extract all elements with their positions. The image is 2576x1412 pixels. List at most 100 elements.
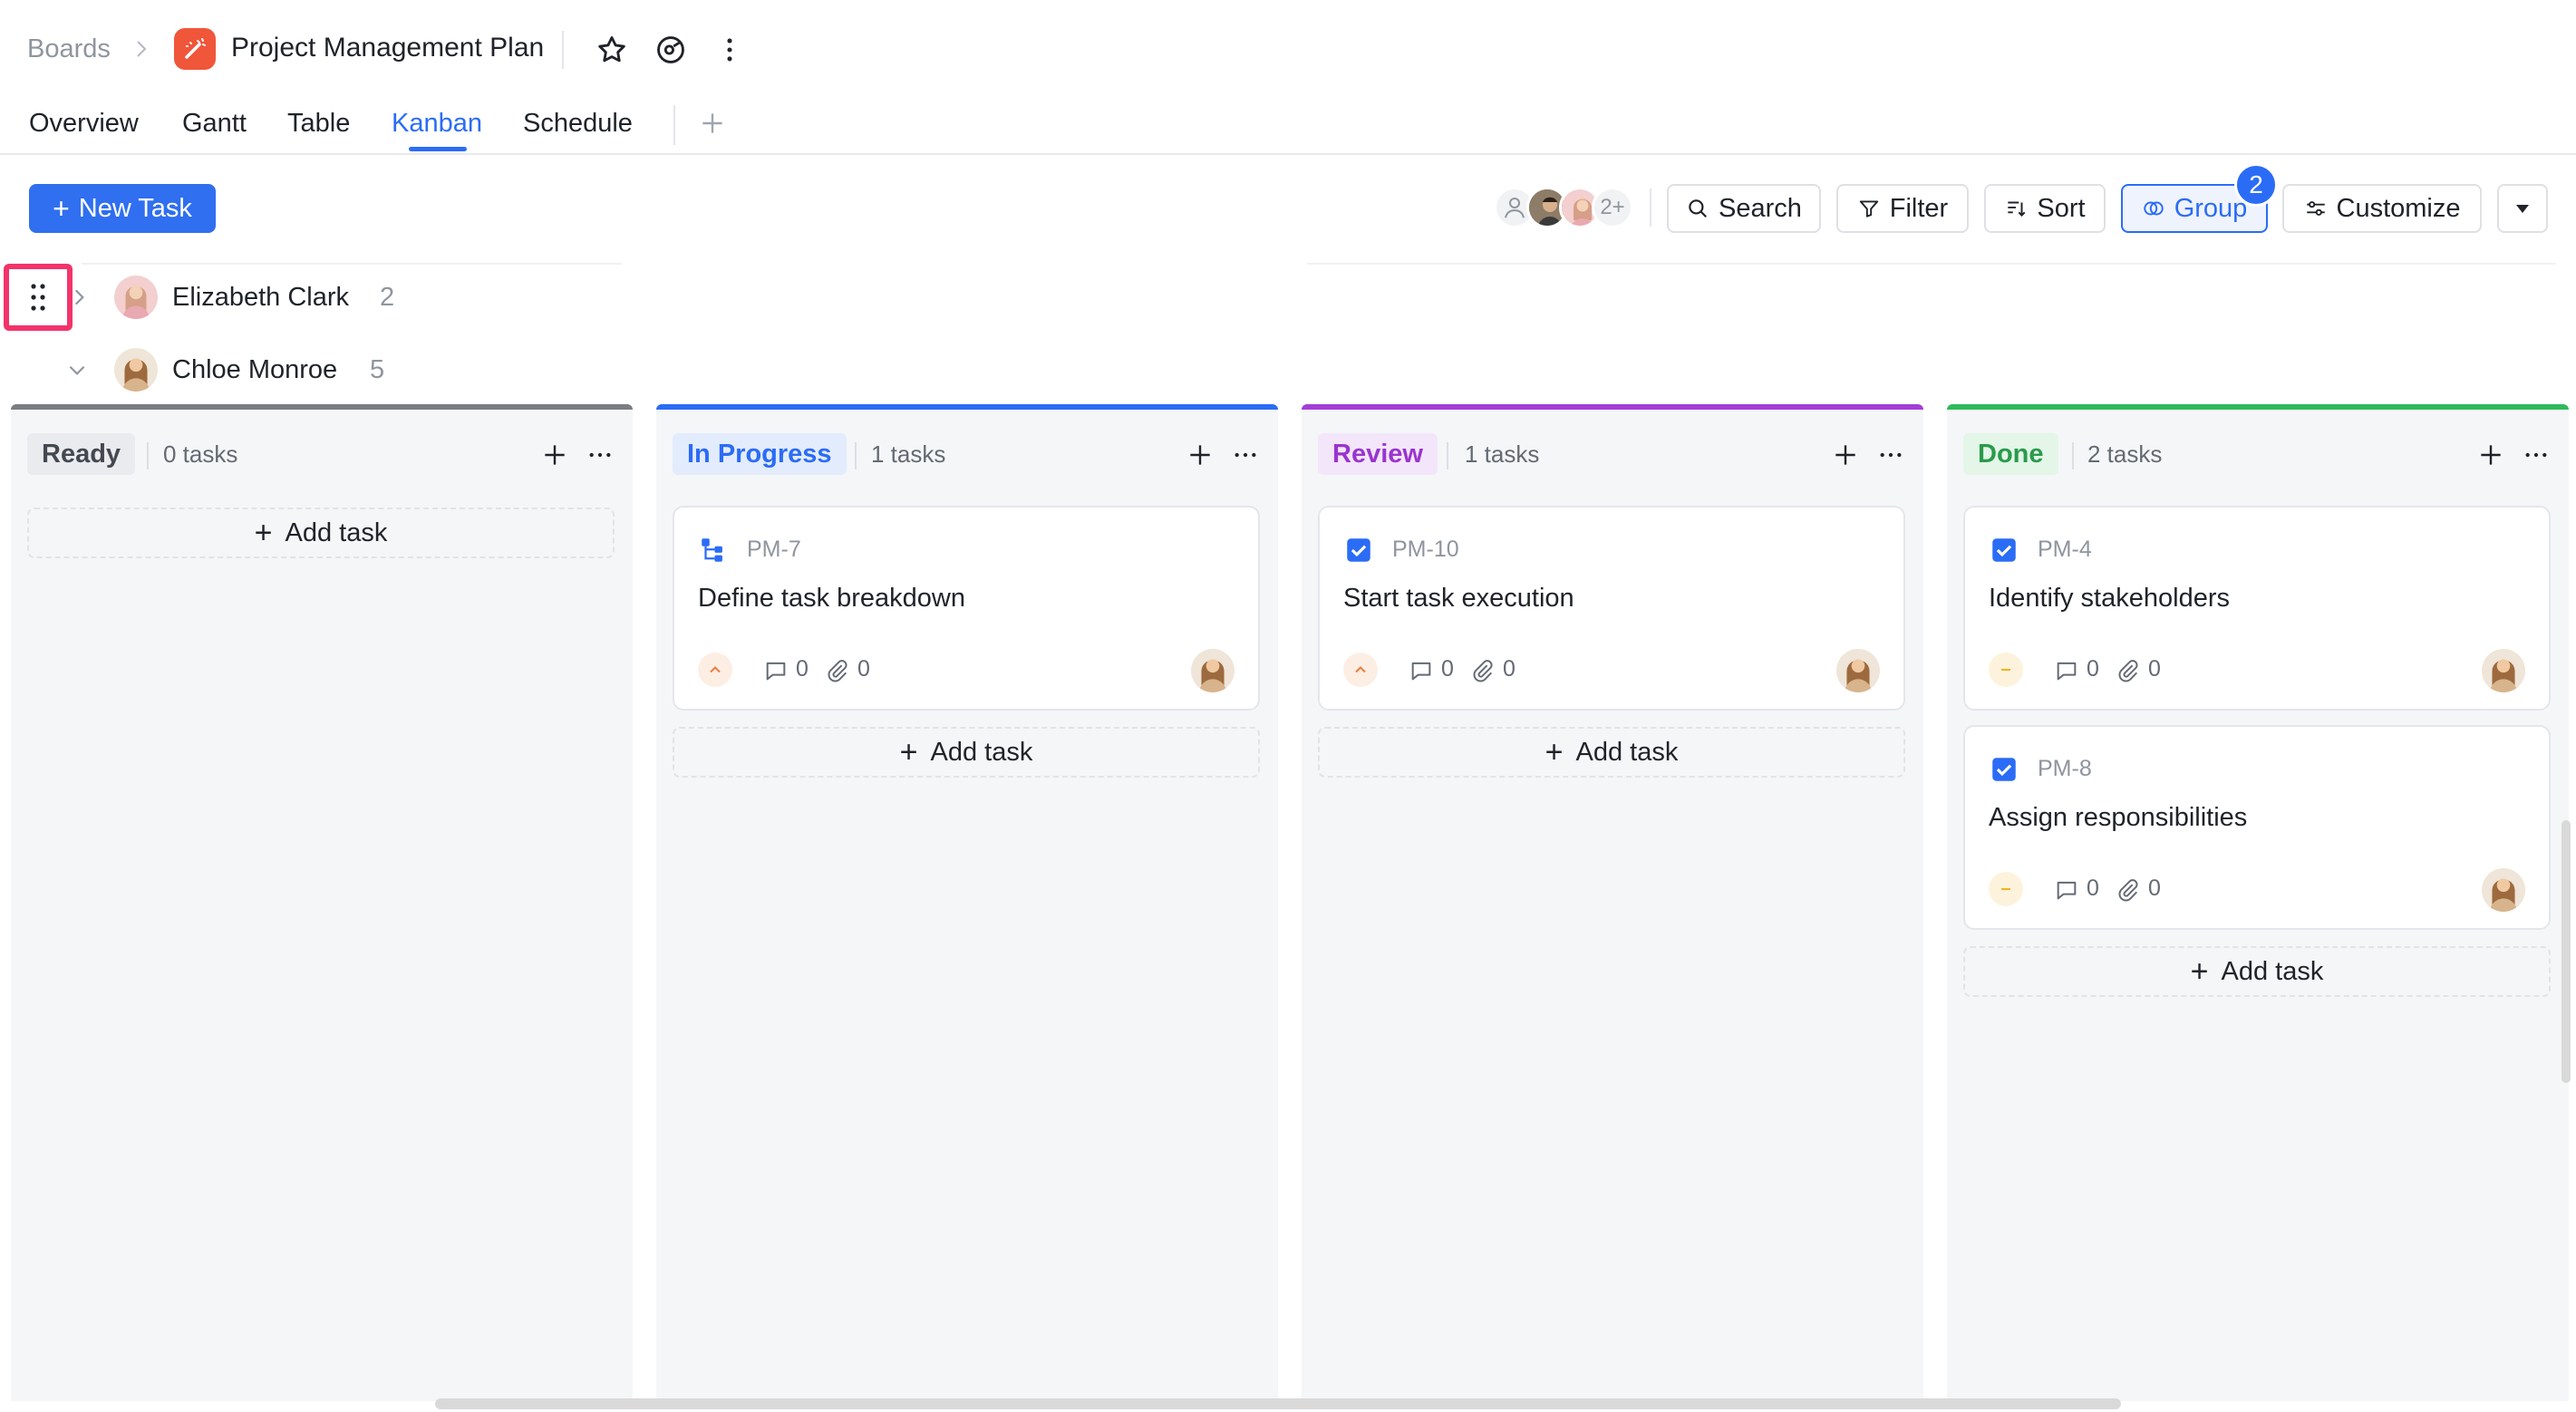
comment-icon [766,662,786,681]
task-title: Assign responsibilities [1989,803,2248,832]
plus-icon: + [2190,954,2209,989]
column-in-progress: In Progress 1 tasks PM-7 Define task bre… [656,404,1278,1401]
column-accent-bar [1947,404,2569,410]
more-vertical-icon[interactable] [714,34,745,65]
sort-button[interactable]: Sort [1984,184,2106,233]
column-ready: Ready 0 tasks + Add task [11,404,633,1401]
add-task-button[interactable]: + Add task [1963,946,2551,997]
checkbox-icon [1992,758,2016,781]
divider [82,263,622,265]
view-tabs: Overview Gantt Table Kanban Schedule [0,102,2576,156]
group-icon [2143,201,2164,216]
checkbox-icon [1347,538,1370,562]
filter-icon [1859,200,1878,218]
task-id: PM-7 [747,537,801,562]
horizontal-scrollbar[interactable] [435,1398,2121,1409]
column-accent-bar [1302,404,1923,410]
plus-icon[interactable] [1831,440,1860,469]
task-card[interactable]: PM-4 Identify stakeholders 0 0 [1963,506,2551,711]
share-icon[interactable] [654,33,688,67]
column-task-count: 0 tasks [163,440,238,468]
plus-icon[interactable] [540,440,569,469]
attachment-count: 0 [857,656,870,682]
header-divider [0,153,2576,155]
filter-label: Filter [1889,193,1949,223]
task-id: PM-4 [2038,537,2092,562]
column-status-chip: In Progress [673,433,847,475]
project-icon [174,28,216,70]
column-task-count: 1 tasks [871,440,946,468]
add-task-button[interactable]: + Add task [1318,727,1905,778]
more-options-dropdown[interactable] [2497,184,2548,233]
more-horizontal-icon[interactable] [1231,440,1260,469]
tab-kanban[interactable]: Kanban [392,109,482,139]
attachment-count: 0 [2148,656,2161,682]
sort-label: Sort [2037,193,2086,223]
search-button[interactable]: Search [1667,184,1821,233]
chevron-right-icon[interactable] [67,285,91,309]
task-card[interactable]: PM-7 Define task breakdown 0 0 [673,506,1260,711]
attachment-count: 0 [1503,656,1516,682]
add-task-label: Add task [285,517,388,547]
more-horizontal-icon[interactable] [2522,440,2551,469]
assignee-avatar[interactable] [1191,649,1235,692]
customize-button[interactable]: Customize [2282,184,2482,233]
comment-count: 0 [2087,656,2099,682]
group-count-badge: 2 [2234,163,2278,207]
tab-overview[interactable]: Overview [29,109,139,139]
plus-icon: + [1545,735,1564,769]
more-horizontal-icon[interactable] [586,440,615,469]
tab-table[interactable]: Table [287,109,350,139]
column-accent-bar [656,404,1278,410]
column-status-chip: Ready [27,433,136,475]
member-avatars[interactable]: 2+ [1494,185,1639,230]
divider [1949,263,2556,265]
plus-icon[interactable] [1186,440,1215,469]
add-view-icon[interactable] [698,109,727,138]
add-task-label: Add task [930,737,1033,767]
divider [1650,189,1651,227]
priority-medium-icon [1989,653,2023,687]
task-id: PM-10 [1392,537,1459,562]
add-task-button[interactable]: + Add task [673,727,1260,778]
more-members: 2+ [1592,187,1633,228]
tab-schedule[interactable]: Schedule [523,109,633,139]
add-task-button[interactable]: + Add task [27,508,615,558]
more-horizontal-icon[interactable] [1876,440,1905,469]
filter-button[interactable]: Filter [1836,184,1969,233]
tab-gantt[interactable]: Gantt [182,109,247,139]
task-title: Start task execution [1343,584,1574,613]
group-label: Group [2174,193,2248,223]
subtask-icon [702,538,722,562]
group-row-chloe-monroe[interactable]: Chloe Monroe 5 [0,343,634,397]
column-task-count: 2 tasks [2087,440,2163,468]
plus-icon: + [53,192,70,225]
task-card[interactable]: PM-8 Assign responsibilities 0 0 [1963,725,2551,930]
task-card[interactable]: PM-10 Start task execution 0 0 [1318,506,1905,711]
search-icon [1689,199,1708,218]
breadcrumb-boards[interactable]: Boards [27,34,111,64]
vertical-scrollbar[interactable] [2561,820,2571,1083]
column-status-chip: Done [1963,433,2058,475]
plus-icon: + [254,516,273,550]
priority-medium-icon [1989,872,2023,906]
new-task-button[interactable]: + New Task [29,184,216,233]
group-row-elizabeth-clark[interactable]: Elizabeth Clark 2 [0,270,634,324]
group-name: Elizabeth Clark [172,283,350,312]
avatar [114,348,158,392]
top-bar: Boards Project Management Plan [0,0,2576,100]
comment-icon [1411,662,1431,681]
chevron-down-icon[interactable] [65,358,89,382]
column-accent-bar [11,404,633,410]
star-icon[interactable] [595,33,629,67]
divider [673,105,675,145]
search-label: Search [1719,193,1802,223]
priority-high-icon [698,653,732,687]
assignee-avatar[interactable] [2482,868,2525,912]
task-title: Identify stakeholders [1989,584,2230,613]
plus-icon[interactable] [2476,440,2505,469]
comment-icon [2057,881,2077,900]
assignee-avatar[interactable] [2482,649,2525,692]
column-done: Done 2 tasks PM-4 Identify stakeholders … [1947,404,2569,1401]
assignee-avatar[interactable] [1836,649,1880,692]
